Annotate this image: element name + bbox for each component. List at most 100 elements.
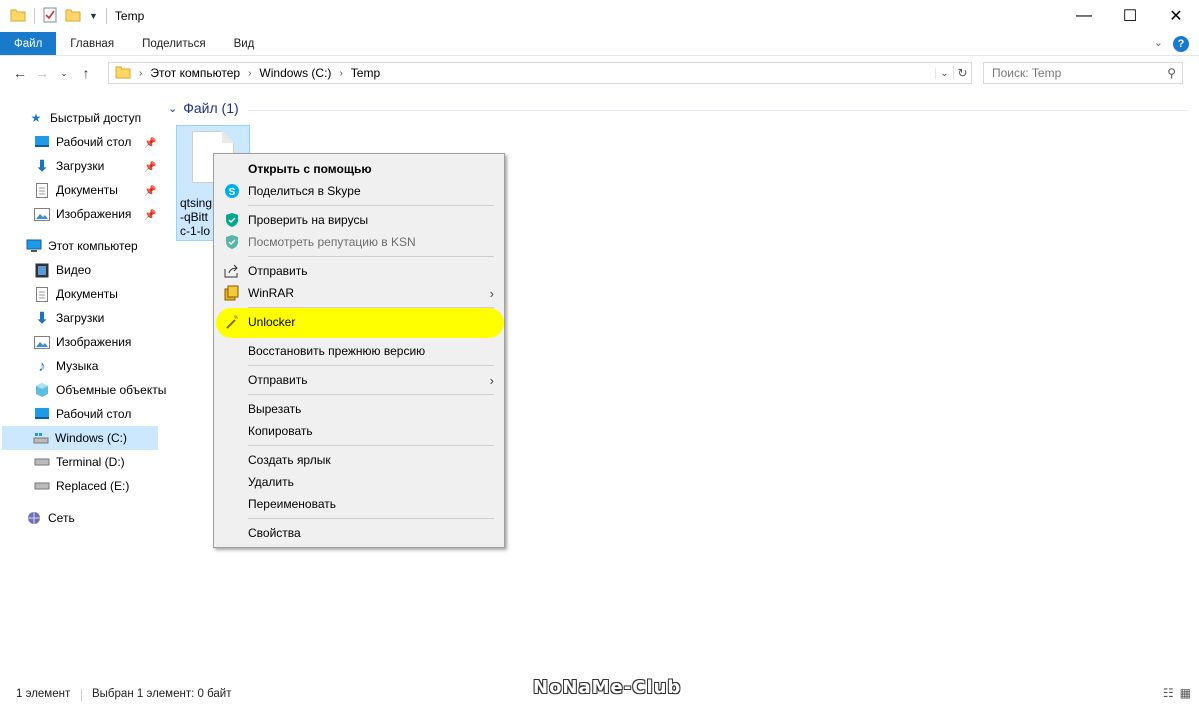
sidebar-item-video[interactable]: Видео xyxy=(34,258,91,282)
folder-icon xyxy=(115,65,131,82)
menu-item-scan-virus[interactable]: Проверить на вирусы xyxy=(214,209,504,231)
breadcrumb: › Этот компьютер › Windows (C:) › Temp xyxy=(109,65,935,82)
menu-item-unlocker[interactable]: Unlocker xyxy=(214,311,504,333)
chevron-right-icon[interactable]: › xyxy=(248,68,251,79)
magic-wand-icon xyxy=(224,314,240,330)
menu-item-share-skype[interactable]: S Поделиться в Skype xyxy=(214,180,504,202)
skype-icon: S xyxy=(224,183,240,199)
menu-separator xyxy=(248,365,494,366)
search-icon[interactable]: ⚲ xyxy=(1167,66,1176,80)
chevron-down-icon[interactable]: ⌄ xyxy=(168,102,177,115)
search-input[interactable]: Поиск: Temp ⚲ xyxy=(983,62,1183,84)
sidebar-item-quick-access[interactable]: ★ Быстрый доступ xyxy=(28,106,142,130)
sidebar-item-terminal-d[interactable]: Terminal (D:) xyxy=(34,450,125,474)
menu-item-delete[interactable]: Удалить xyxy=(214,471,504,493)
chevron-right-icon: › xyxy=(489,373,494,388)
large-icons-view-icon[interactable]: ▦ xyxy=(1180,686,1191,700)
video-icon xyxy=(34,262,50,278)
breadcrumb-temp[interactable]: Temp xyxy=(351,66,380,80)
menu-item-cut[interactable]: Вырезать xyxy=(214,398,504,420)
group-header[interactable]: ⌄ Файл (1) xyxy=(168,100,239,116)
share-icon xyxy=(224,263,240,279)
sidebar-item-desktop-pc[interactable]: Рабочий стол xyxy=(34,402,131,426)
recent-dropdown-icon[interactable]: ⌄ xyxy=(53,68,75,79)
refresh-icon[interactable]: ↻ xyxy=(953,66,971,80)
sidebar-item-music[interactable]: ♪ Музыка xyxy=(34,354,98,378)
up-arrow-icon[interactable]: ↑ xyxy=(75,65,97,81)
minimize-icon[interactable]: — xyxy=(1061,0,1107,32)
sidebar-item-pictures-pc[interactable]: Изображения xyxy=(34,330,131,354)
computer-icon xyxy=(26,238,42,254)
document-icon xyxy=(34,286,50,302)
menu-separator xyxy=(248,394,494,395)
expand-ribbon-icon[interactable]: ⌄ xyxy=(1154,36,1163,52)
back-arrow-icon[interactable]: ← xyxy=(9,65,31,81)
sidebar-item-network[interactable]: Сеть xyxy=(26,506,75,530)
sidebar-item-windows-c[interactable]: Windows (C:) xyxy=(2,426,158,450)
menu-item-winrar[interactable]: WinRAR › xyxy=(214,282,504,304)
tab-home[interactable]: Главная xyxy=(56,32,128,55)
properties-check-icon[interactable] xyxy=(43,7,57,26)
download-arrow-icon: ⬇ xyxy=(35,310,49,327)
download-arrow-icon: ⬇ xyxy=(35,158,49,175)
menu-item-create-shortcut[interactable]: Создать ярлык xyxy=(214,449,504,471)
sidebar-item-replaced-e[interactable]: Replaced (E:) xyxy=(34,474,129,498)
view-switcher: ☷ ▦ xyxy=(1163,686,1191,700)
sidebar-item-documents[interactable]: Документы xyxy=(34,178,118,202)
menu-item-ksn-reputation[interactable]: Посмотреть репутацию в KSN xyxy=(214,231,504,253)
drive-icon xyxy=(34,454,50,470)
forward-arrow-icon[interactable]: → xyxy=(31,65,53,81)
chevron-right-icon[interactable]: › xyxy=(339,68,342,79)
window-title: Temp xyxy=(114,9,145,23)
pictures-icon xyxy=(34,334,50,350)
sidebar-item-pictures[interactable]: Изображения xyxy=(34,202,131,226)
watermark-text: NoNaMe-Club xyxy=(533,677,682,698)
help-icon[interactable]: ? xyxy=(1173,36,1189,52)
menu-item-open-with[interactable]: Открыть с помощью xyxy=(214,158,504,180)
menu-separator xyxy=(248,518,494,519)
new-folder-icon[interactable] xyxy=(65,8,81,25)
breadcrumb-this-pc[interactable]: Этот компьютер xyxy=(150,66,240,80)
drive-windows-icon xyxy=(33,430,49,446)
separator xyxy=(105,8,107,24)
maximize-icon[interactable]: ☐ xyxy=(1107,0,1153,32)
context-menu: Открыть с помощью S Поделиться в Skype П… xyxy=(213,153,505,548)
details-view-icon[interactable]: ☷ xyxy=(1163,686,1174,700)
menu-item-send-to[interactable]: Отправить › xyxy=(214,369,504,391)
pin-icon[interactable]: 📌 xyxy=(144,186,156,197)
drive-icon xyxy=(34,478,50,494)
star-icon: ★ xyxy=(30,111,42,125)
chevron-right-icon[interactable]: › xyxy=(139,68,142,79)
pin-icon[interactable]: 📌 xyxy=(144,210,156,221)
search-placeholder: Поиск: Temp xyxy=(992,66,1062,80)
separator xyxy=(34,8,35,24)
tab-view[interactable]: Вид xyxy=(220,32,269,55)
sidebar-item-desktop[interactable]: Рабочий стол xyxy=(34,130,131,154)
address-bar[interactable]: › Этот компьютер › Windows (C:) › Temp ⌄… xyxy=(108,62,972,84)
menu-item-restore-version[interactable]: Восстановить прежнюю версию xyxy=(214,340,504,362)
menu-separator xyxy=(248,256,494,257)
desktop-icon xyxy=(34,406,50,422)
tab-share[interactable]: Поделиться xyxy=(128,32,220,55)
menu-item-copy[interactable]: Копировать xyxy=(214,420,504,442)
menu-item-share[interactable]: Отправить xyxy=(214,260,504,282)
pin-icon[interactable]: 📌 xyxy=(144,138,156,149)
ribbon-tabs: Файл Главная Поделиться Вид ⌄ ? xyxy=(0,32,1199,56)
window-controls: — ☐ ✕ xyxy=(1061,0,1199,32)
sidebar-item-this-pc[interactable]: Этот компьютер xyxy=(26,234,138,258)
menu-item-rename[interactable]: Переименовать xyxy=(214,493,504,515)
sidebar-item-downloads-pc[interactable]: ⬇ Загрузки xyxy=(34,306,105,330)
ribbon-right: ⌄ ? xyxy=(1154,36,1189,52)
customize-dropdown-icon[interactable]: ▼ xyxy=(89,11,98,21)
pin-icon[interactable]: 📌 xyxy=(144,162,156,173)
desktop-icon xyxy=(34,134,50,150)
menu-item-properties[interactable]: Свойства xyxy=(214,522,504,544)
close-icon[interactable]: ✕ xyxy=(1153,0,1199,32)
sidebar-item-3d-objects[interactable]: Объемные объекты xyxy=(34,378,166,402)
sidebar-item-downloads[interactable]: ⬇ Загрузки xyxy=(34,154,105,178)
address-dropdown-icon[interactable]: ⌄ xyxy=(935,67,953,79)
breadcrumb-windows-c[interactable]: Windows (C:) xyxy=(259,66,331,80)
sidebar-item-documents-pc[interactable]: Документы xyxy=(34,282,118,306)
tab-file[interactable]: Файл xyxy=(0,32,57,55)
document-icon xyxy=(34,182,50,198)
